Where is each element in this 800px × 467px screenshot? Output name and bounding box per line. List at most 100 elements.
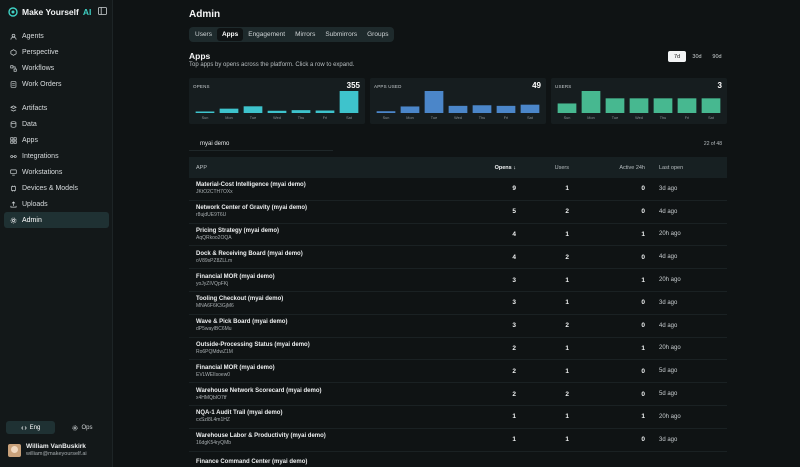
sidebar-item-work-orders[interactable]: Work Orders [4,76,109,92]
column-users[interactable]: Users [516,165,569,171]
app-id: Ro6PQMdwZ1M [196,348,233,355]
table-row[interactable]: Wave & Pick Board (myai demo) dP5waylBC6M… [189,315,727,338]
sidebar-item-integrations[interactable]: Integrations [4,148,109,164]
column-app[interactable]: APP [189,165,474,171]
tab-engagement[interactable]: Engagement [243,28,290,41]
section-subtitle: Top apps by opens across the platform. C… [189,62,355,68]
bar [376,111,396,113]
active-24h-value: 1 [641,230,645,238]
sidebar-item-data[interactable]: Data [4,116,109,132]
table-row[interactable]: Dock & Receiving Board (myai demo) oV89sP… [189,246,727,270]
sidebar-item-workflows[interactable]: Workflows [4,60,109,76]
range-90d-button[interactable]: 90d [708,51,726,62]
sidebar-item-admin[interactable]: Admin [4,212,109,228]
mode-eng-button[interactable]: Eng [6,421,55,434]
last-open-value: 4d ago [659,254,678,261]
bar [605,98,625,113]
users-value: 1 [565,367,569,375]
brand[interactable]: Make Yourself AI [8,6,91,18]
mode-ops-label: Ops [81,424,93,431]
app-name: Material-Cost Intelligence (myai demo) [196,182,306,189]
last-open-value: 20h ago [659,413,681,420]
table-row[interactable]: Financial MOR (myai demo) EVLWElIsoew0 2 1 0… [189,360,727,384]
app-name: Financial MOR (myai demo) [196,364,275,371]
bar [195,111,215,113]
user-profile[interactable]: William VanBuskirk william@makeyourself.… [8,440,108,460]
table-row[interactable]: Network Center of Gravity (myai demo) r8u… [189,201,727,224]
tab-users[interactable]: Users [190,28,217,41]
app-cell: Outside-Processing Status (myai demo) Ro6… [189,342,474,355]
user-name: William VanBuskirk [26,443,86,450]
opens-value: 3 [512,299,516,307]
sidebar-item-workstations[interactable]: Workstations [4,164,109,180]
perspective-icon [10,48,17,56]
tab-submirrors[interactable]: Submirrors [320,28,362,41]
users-value: 1 [565,436,569,444]
table-row[interactable]: Financial MOR (myai demo) yoJyZIVQpFKj 3 1 1… [189,269,727,292]
sidebar-item-uploads[interactable]: Uploads [4,196,109,212]
app-id: cxSzl8L4m1HZ [196,417,230,424]
tab-apps[interactable]: Apps [216,28,244,41]
app-name: Dock & Receiving Board (myai demo) [196,250,303,257]
day-label: Tue [250,116,256,120]
sidebar-item-devices-models[interactable]: Devices & Models [4,180,109,196]
app-filter: myai demo 22 of 48 [189,137,727,151]
bar [339,91,359,113]
search-input[interactable]: myai demo [189,137,333,151]
range-7d-button[interactable]: 7d [668,51,686,62]
workflows-icon [10,64,17,72]
bar [315,110,335,113]
last-open-value: 3d ago [659,185,678,192]
bar [267,110,287,113]
sidebar-item-label: Data [22,120,37,128]
table-row[interactable]: NQA-1 Audit Trail (myai demo) cxSzl8L4m1H… [189,406,727,429]
app-name: Tooling Checkout (myai demo) [196,296,284,303]
user-email: william@makeyourself.ai [26,451,87,457]
bar [496,105,516,113]
table-row[interactable]: Warehouse Labor & Productivity (myai dem… [189,429,727,452]
opens-value: 4 [512,230,516,238]
day-label: Sat [527,116,534,120]
sidebar-item-agents[interactable]: Agents [4,28,109,44]
table-row[interactable]: Tooling Checkout (myai demo) MNA6F6K3GjM6… [189,292,727,315]
avatar [8,443,21,457]
mode-ops-button[interactable]: Ops [58,421,107,434]
sidebar-item-apps[interactable]: Apps [4,132,109,148]
column-last-open[interactable]: Last open [645,165,727,171]
sidebar-collapse-icon[interactable] [98,7,107,15]
last-open-value: 5d ago [659,391,678,398]
sidebar-item-perspective[interactable]: Perspective [4,44,109,60]
agents-icon [10,33,17,40]
opens-value: 9 [512,185,516,193]
app-cell: Financial MOR (myai demo) yoJyZIVQpFKj [189,274,474,287]
table-row[interactable]: Finance Command Center (myai demo) [189,452,727,467]
sidebar-nav: Agents Perspective Workflows Work Orders… [0,28,113,228]
column-opens[interactable]: Opens ↓ [474,165,516,171]
table-row[interactable]: Pricing Strategy (myai demo) AqQRkoo2OQA 4… [189,224,727,247]
brand-logo-icon [8,7,18,17]
bar [291,110,311,113]
day-label: Mon [225,116,232,120]
table-row[interactable]: Warehouse Network Scorecard (myai demo) x… [189,383,727,406]
card-label: APPS USED [374,84,402,89]
active-24h-value: 0 [641,185,645,193]
users-value: 1 [565,344,569,352]
tab-mirrors[interactable]: Mirrors [290,28,320,41]
table-row[interactable]: Outside-Processing Status (myai demo) Ro6… [189,338,727,361]
opens-value: 1 [512,413,516,421]
last-open-value: 4d ago [659,322,678,329]
column-active-24h[interactable]: Active 24h [569,165,645,171]
app-cell: Warehouse Labor & Productivity (myai dem… [189,433,474,446]
brand-accent: AI [82,7,92,17]
day-label: Sun [383,116,390,120]
app-cell: Material-Cost Intelligence (myai demo) JK… [189,182,474,195]
range-30d-button[interactable]: 30d [688,51,706,62]
sidebar-item-artifacts[interactable]: Artifacts [4,100,109,116]
tab-groups[interactable]: Groups [362,28,393,41]
mode-eng-label: Eng [29,424,41,431]
table-row[interactable]: Material-Cost Intelligence (myai demo) JK… [189,178,727,201]
stat-cards: OPENS 355 Sun Mon Tue Wed Thu Fri Sat APPS USE… [189,78,727,124]
card-label: USERS [555,84,572,89]
opens-value: 2 [512,367,516,375]
card-value: 3 [717,81,722,90]
